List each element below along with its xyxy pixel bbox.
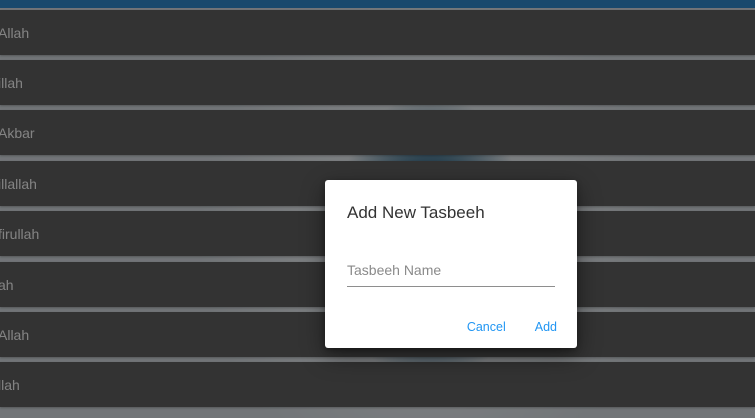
tasbeeh-name-input[interactable] bbox=[347, 253, 555, 287]
add-button[interactable]: Add bbox=[535, 320, 557, 334]
app-screen: Allah illah Akbar illallah firullah ah A… bbox=[0, 0, 755, 418]
dialog-title: Add New Tasbeeh bbox=[347, 203, 485, 222]
cancel-button[interactable]: Cancel bbox=[467, 320, 506, 334]
dialog-actions: Cancel Add bbox=[467, 320, 557, 334]
tasbeeh-name-field bbox=[347, 253, 555, 287]
add-tasbeeh-dialog: Add New Tasbeeh Cancel Add bbox=[325, 180, 577, 348]
